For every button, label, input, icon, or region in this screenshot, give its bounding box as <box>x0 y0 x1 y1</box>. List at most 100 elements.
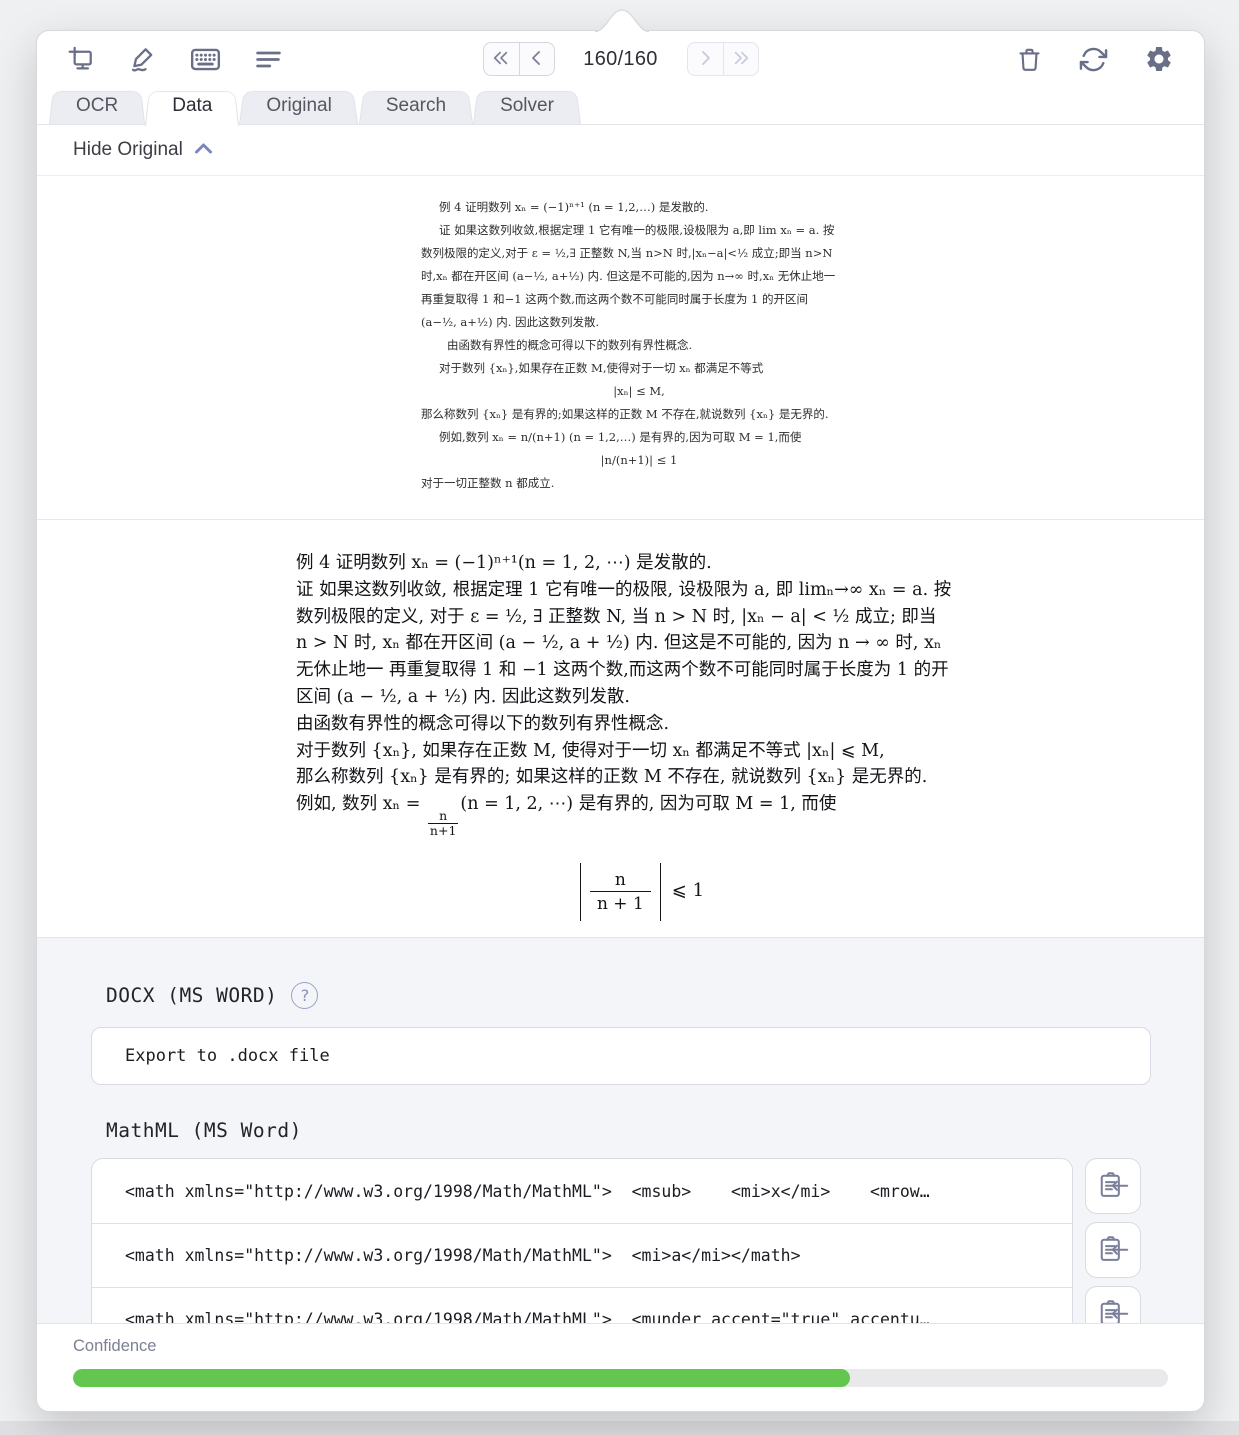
toolbar-left-group <box>67 45 283 74</box>
scan-line: 时,xₙ 都在开区间 (a−½, a+½) 内. 但这是不可能的,因为 n→∞ … <box>421 265 857 288</box>
refresh-icon <box>1079 45 1108 74</box>
scan-line: 证 如果这数列收敛,根据定理 1 它有唯一的极限,设极限为 a,即 lim xₙ… <box>421 219 857 242</box>
rendered-line: 例如, 数列 xₙ = nn+1(n = 1, 2, ⋯) 是有界的, 因为可取… <box>296 791 988 838</box>
confidence-fill <box>73 1369 850 1387</box>
page-navigation: 160/160 <box>483 42 759 76</box>
tab-label: Original <box>266 95 331 117</box>
scan-line: 由函数有界性的概念可得以下的数列有界性概念. <box>421 334 857 357</box>
rendered-line: 数列极限的定义, 对于 ε = ½, ∃ 正整数 N, 当 n > N 时, |… <box>296 604 988 631</box>
text-lines-button[interactable] <box>254 45 283 74</box>
copy-mathml-button[interactable] <box>1085 1222 1141 1278</box>
clipboard-copy-icon <box>1097 1234 1129 1267</box>
scan-line: 对于数列 {xₙ},如果存在正数 M,使得对于一切 xₙ 都满足不等式 <box>421 357 857 380</box>
scan-line: 再重复取得 1 和−1 这两个数,而这两个数不可能同时属于长度为 1 的开区间 <box>421 288 857 311</box>
keyboard-input-button[interactable] <box>189 45 222 74</box>
mathml-row[interactable]: <math xmlns="http://www.w3.org/1998/Math… <box>92 1223 1072 1287</box>
tab-data[interactable]: Data <box>145 88 239 124</box>
inline-fraction: nn+1 <box>426 809 460 839</box>
clipboard-copy-icon <box>1097 1298 1129 1325</box>
mathml-heading: MathML (MS Word) <box>106 1119 302 1142</box>
confidence-label: Confidence <box>73 1337 1168 1356</box>
copy-mathml-button[interactable] <box>1085 1158 1141 1214</box>
rendered-example-prefix: 例如, 数列 xₙ = <box>296 794 426 814</box>
pen-icon <box>128 45 157 74</box>
tab-search[interactable]: Search <box>359 88 473 124</box>
ocr-rendered-panel: 例 4 证明数列 xₙ = (−1)ⁿ⁺¹(n = 1, 2, ⋯) 是发散的.… <box>37 520 1204 938</box>
formula-relation: ⩽ 1 <box>672 878 704 905</box>
rendered-example-suffix: (n = 1, 2, ⋯) 是有界的, 因为可取 M = 1, 而使 <box>460 794 836 814</box>
keyboard-icon <box>189 45 222 74</box>
mathml-row[interactable]: <math xmlns="http://www.w3.org/1998/Math… <box>92 1159 1072 1223</box>
double-chevron-left-icon <box>492 50 510 69</box>
export-docx-label: Export to .docx file <box>125 1046 330 1066</box>
previous-page-button[interactable] <box>519 43 554 75</box>
delete-button[interactable] <box>1016 45 1043 74</box>
mathml-rows-container: <math xmlns="http://www.w3.org/1998/Math… <box>91 1158 1073 1324</box>
mathml-list: <math xmlns="http://www.w3.org/1998/Math… <box>91 1158 1204 1324</box>
toolbar-right-group <box>1016 44 1174 74</box>
original-scan-panel: 例 4 证明数列 xₙ = (−1)ⁿ⁺¹ (n = 1,2,…) 是发散的. … <box>37 175 1204 520</box>
double-chevron-right-icon <box>732 50 750 69</box>
scan-line: |xₙ| ≤ M, <box>421 380 857 403</box>
scan-line: 对于一切正整数 n 都成立. <box>421 472 857 495</box>
first-page-button[interactable] <box>484 43 519 75</box>
tab-original[interactable]: Original <box>239 88 358 124</box>
rendered-line: 那么称数列 {xₙ} 是有界的; 如果这样的正数 M 不存在, 就说数列 {xₙ… <box>296 764 988 791</box>
scan-line: (a−½, a+½) 内. 因此这数列发散. <box>421 311 857 334</box>
copy-mathml-button[interactable] <box>1085 1286 1141 1324</box>
rendered-line: 对于数列 {xₙ}, 如果存在正数 M, 使得对于一切 xₙ 都满足不等式 |x… <box>296 738 988 765</box>
scan-line: 例如,数列 xₙ = n/(n+1) (n = 1,2,…) 是有界的,因为可取… <box>421 426 857 449</box>
ocr-rendered-text: 例 4 证明数列 xₙ = (−1)ⁿ⁺¹(n = 1, 2, ⋯) 是发散的.… <box>296 550 988 938</box>
absolute-value-bars: n n + 1 <box>580 863 661 921</box>
gear-icon <box>1144 44 1174 74</box>
last-page-button[interactable] <box>723 43 758 75</box>
refresh-button[interactable] <box>1079 45 1108 74</box>
tab-solver[interactable]: Solver <box>473 88 581 124</box>
chevron-right-icon <box>698 50 712 69</box>
display-fraction: n n + 1 <box>590 869 651 915</box>
clipboard-copy-icon <box>1097 1170 1129 1203</box>
docx-help-button[interactable]: ? <box>291 982 318 1009</box>
docx-heading-row: DOCX (MS WORD) ? <box>106 982 1204 1009</box>
desktop-background <box>0 1421 1239 1435</box>
scan-line: 数列极限的定义,对于 ε = ½,∃ 正整数 N,当 n>N 时,|xₙ−a|<… <box>421 242 857 265</box>
export-docx-button[interactable]: Export to .docx file <box>91 1027 1151 1085</box>
scanned-textbook-image: 例 4 证明数列 xₙ = (−1)ⁿ⁺¹ (n = 1,2,…) 是发散的. … <box>421 196 857 495</box>
rendered-line: 由函数有界性的概念可得以下的数列有界性概念. <box>296 711 988 738</box>
draw-button[interactable] <box>128 45 157 74</box>
confidence-section: Confidence <box>37 1324 1204 1411</box>
fraction-denominator: n + 1 <box>590 891 651 915</box>
tab-bar: OCR Data Original Search Solver <box>37 87 1204 125</box>
tab-label: Data <box>172 95 212 117</box>
mathml-heading-row: MathML (MS Word) <box>106 1119 1204 1142</box>
crop-screenshot-icon <box>67 46 96 72</box>
fraction-denominator: n+1 <box>428 823 458 838</box>
new-snip-button[interactable] <box>67 46 96 72</box>
fraction-numerator: n <box>439 809 447 823</box>
nav-back-group <box>483 42 555 76</box>
tab-ocr[interactable]: OCR <box>49 88 145 124</box>
settings-button[interactable] <box>1144 44 1174 74</box>
tab-label: Search <box>386 95 446 117</box>
display-formula: n n + 1 ⩽ 1 <box>296 863 988 921</box>
confidence-progress-track <box>73 1369 1168 1387</box>
copy-buttons-column <box>1085 1158 1141 1324</box>
nav-forward-group <box>687 42 759 76</box>
toolbar: 160/160 <box>37 31 1204 87</box>
docx-heading: DOCX (MS WORD) <box>106 984 277 1007</box>
scan-line: 那么称数列 {xₙ} 是有界的;如果这样的正数 M 不存在,就说数列 {xₙ} … <box>421 403 857 426</box>
rendered-line: 证 如果这数列收敛, 根据定理 1 它有唯一的极限, 设极限为 a, 即 lim… <box>296 577 988 604</box>
mathml-row[interactable]: <math xmlns="http://www.w3.org/1998/Math… <box>92 1287 1072 1324</box>
scan-line: |n/(n+1)| ≤ 1 <box>421 449 857 472</box>
page-indicator: 160/160 <box>569 48 673 71</box>
hide-original-toggle[interactable]: Hide Original <box>37 125 1204 175</box>
rendered-line: 例 4 证明数列 xₙ = (−1)ⁿ⁺¹(n = 1, 2, ⋯) 是发散的. <box>296 550 988 577</box>
rendered-line: 区间 (a − ½, a + ½) 内. 因此这数列发散. <box>296 684 988 711</box>
chevron-left-icon <box>530 50 544 69</box>
next-page-button[interactable] <box>688 43 723 75</box>
scan-line: 例 4 证明数列 xₙ = (−1)ⁿ⁺¹ (n = 1,2,…) 是发散的. <box>421 196 857 219</box>
export-section: DOCX (MS WORD) ? Export to .docx file Ma… <box>37 938 1204 1324</box>
rendered-line: n > N 时, xₙ 都在开区间 (a − ½, a + ½) 内. 但这是不… <box>296 630 988 657</box>
fraction-numerator: n <box>608 869 633 891</box>
rendered-line: 无休止地一 再重复取得 1 和 −1 这两个数,而这两个数不可能同时属于长度为 … <box>296 657 988 684</box>
